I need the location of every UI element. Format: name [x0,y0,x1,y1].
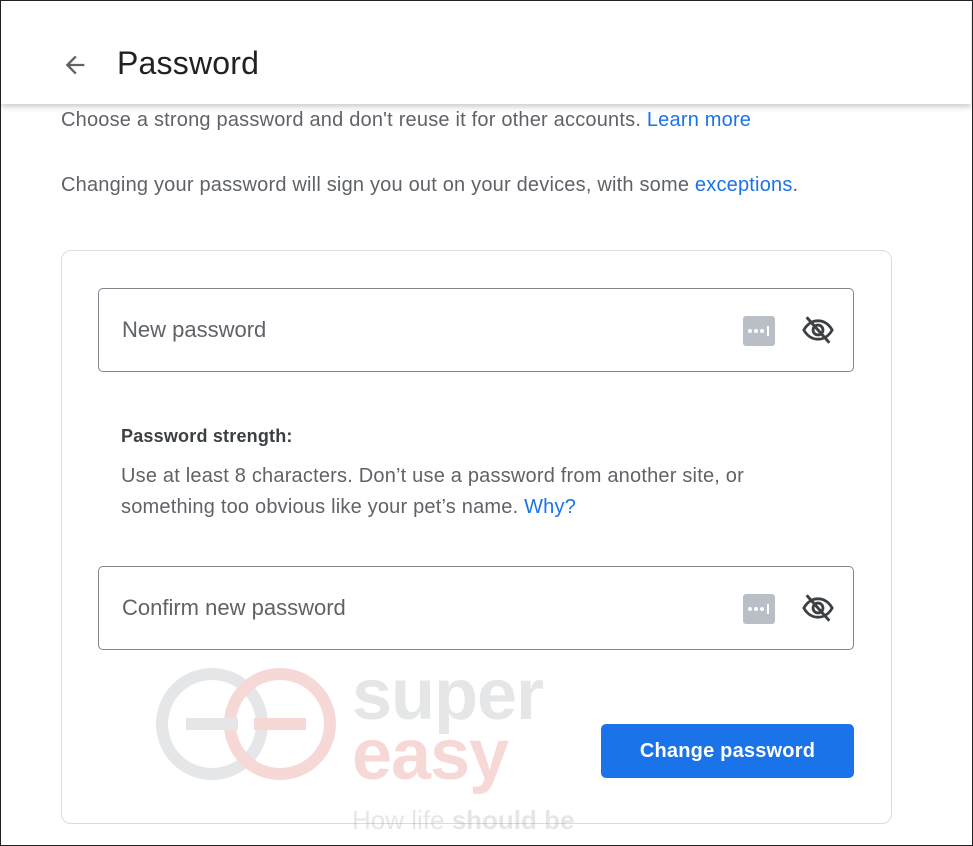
page-title: Password [117,45,260,81]
dots-icon [748,604,769,614]
new-password-input[interactable] [99,289,719,371]
password-strength-section: Password strength: Use at least 8 charac… [121,426,841,523]
toggle-visibility-button[interactable] [799,311,837,349]
strength-text: Use at least 8 characters. Don’t use a p… [121,465,744,518]
exceptions-link[interactable]: exceptions [695,174,793,196]
toggle-visibility-button[interactable] [799,589,837,627]
intro-line-2: Changing your password will sign you out… [61,174,798,197]
intro-suffix: . [792,174,799,196]
page-header: Password [1,1,971,104]
eye-off-icon [802,594,834,622]
password-manager-key-icon[interactable] [743,316,775,346]
arrow-back-icon [65,55,85,75]
why-link[interactable]: Why? [524,496,576,518]
back-button[interactable] [54,44,96,86]
new-password-field [98,288,854,372]
password-manager-key-icon[interactable] [743,594,775,624]
learn-more-link[interactable]: Learn more [647,109,751,131]
confirm-password-field [98,566,854,650]
change-password-button[interactable]: Change password [601,724,854,778]
eye-off-icon [802,316,834,344]
intro-text-2: Changing your password will sign you out… [61,174,690,196]
strength-description: Use at least 8 characters. Don’t use a p… [121,461,841,523]
intro-text-1: Choose a strong password and don't reuse… [61,109,642,131]
confirm-password-input[interactable] [99,567,719,649]
strength-title: Password strength: [121,426,293,446]
intro-line-1: Choose a strong password and don't reuse… [61,109,751,132]
dots-icon [748,326,769,336]
